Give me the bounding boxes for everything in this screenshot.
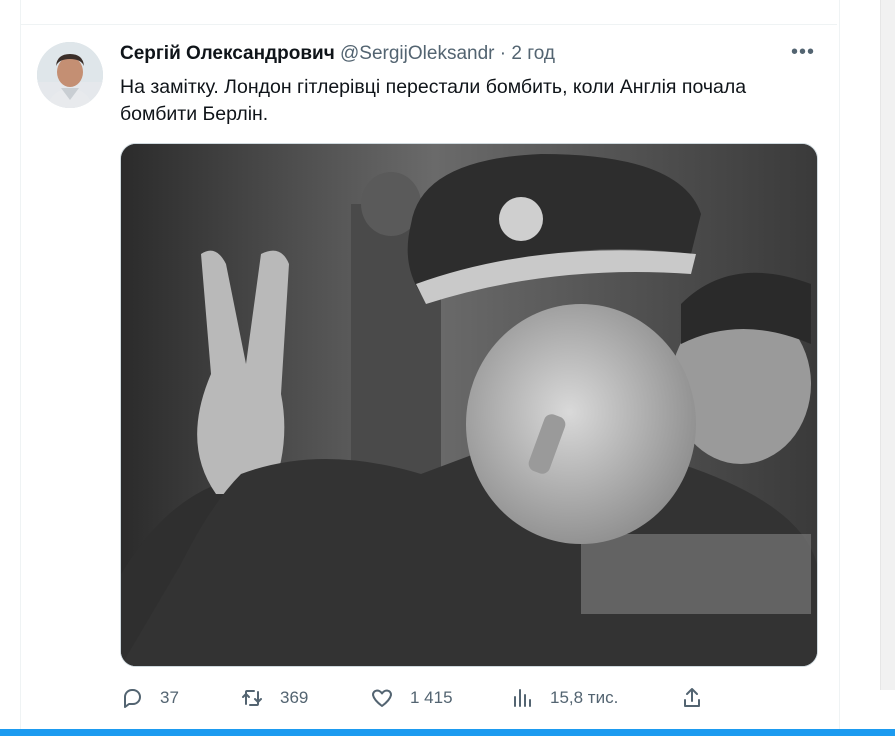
avatar-image bbox=[37, 42, 103, 108]
views-count: 15,8 тис. bbox=[550, 688, 619, 707]
tweet-photo[interactable] bbox=[120, 143, 818, 667]
share-icon bbox=[684, 688, 700, 707]
retweet-count: 369 bbox=[280, 688, 309, 707]
views-button[interactable]: 15,8 тис. bbox=[510, 684, 618, 712]
reply-count: 37 bbox=[160, 688, 179, 707]
scrollbar[interactable] bbox=[880, 0, 895, 690]
tweet-divider bbox=[21, 24, 837, 25]
like-button[interactable]: 1 415 bbox=[370, 684, 453, 712]
avatar[interactable] bbox=[37, 42, 103, 108]
tweet-text: На замітку. Лондон гітлерівці перестали … bbox=[120, 76, 747, 125]
like-count: 1 415 bbox=[410, 688, 453, 707]
share-button[interactable] bbox=[680, 684, 704, 712]
retweet-button[interactable]: 369 bbox=[240, 684, 308, 712]
separator-dot: · bbox=[499, 43, 507, 64]
bottom-accent-bar bbox=[0, 729, 895, 736]
more-icon[interactable]: ••• bbox=[788, 42, 818, 66]
tweet-timestamp[interactable]: 2 год bbox=[511, 43, 555, 64]
reply-button[interactable]: 37 bbox=[120, 684, 179, 712]
author-name[interactable]: Сергій Олександрович bbox=[120, 43, 335, 64]
like-icon bbox=[372, 689, 392, 707]
tweet-actions: 37 369 1 415 15,8 тис. bbox=[120, 684, 820, 712]
reply-icon bbox=[124, 689, 141, 708]
views-icon bbox=[514, 689, 531, 707]
author-handle[interactable]: @SergijOleksandr bbox=[340, 43, 494, 64]
photo-image bbox=[121, 144, 817, 666]
previous-tweet-actions bbox=[100, 0, 700, 10]
retweet-icon bbox=[242, 690, 262, 706]
tweet-header: Сергій Олександрович @SergijOleksandr · … bbox=[120, 43, 555, 67]
